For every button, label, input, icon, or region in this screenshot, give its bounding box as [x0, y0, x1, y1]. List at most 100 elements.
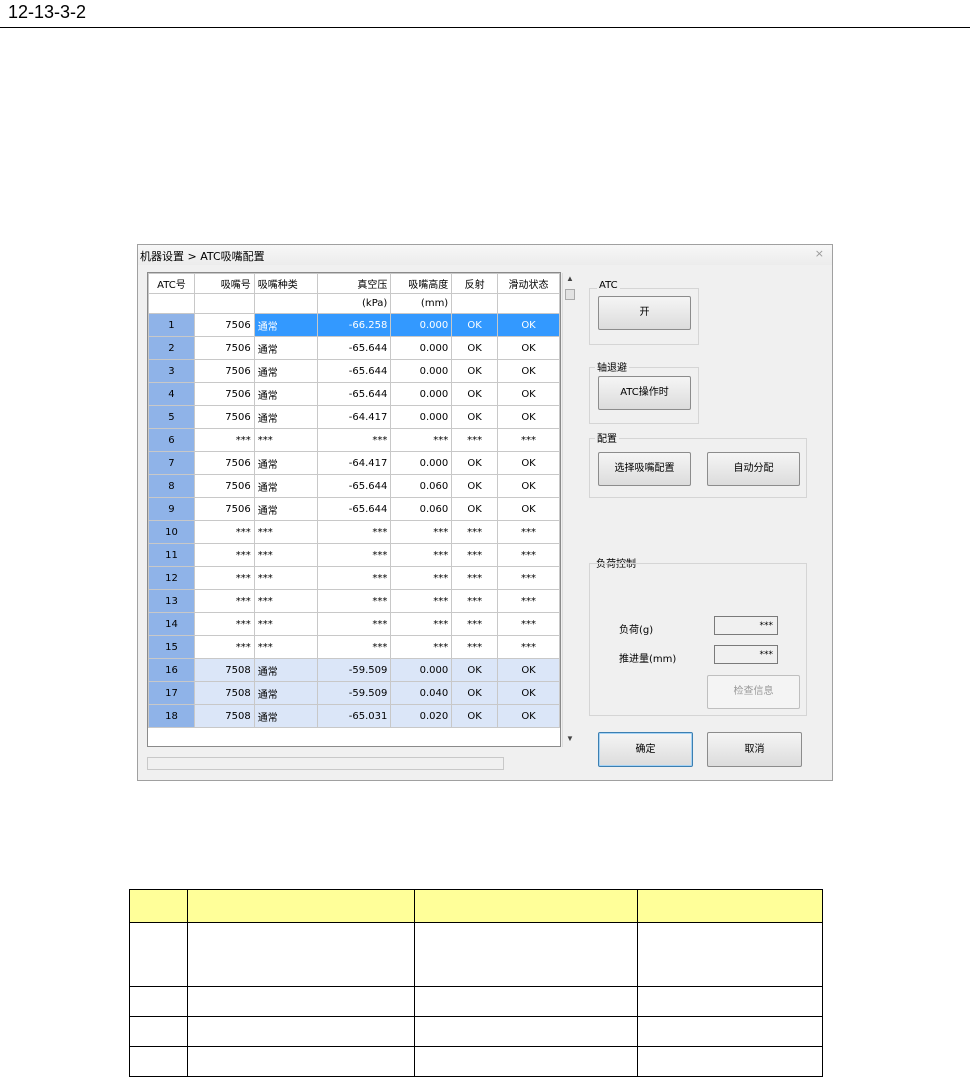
cell-nozzle-height[interactable]: 0.060: [390, 474, 453, 498]
cell-nozzle-height[interactable]: ***: [390, 589, 453, 613]
cell-nozzle-type[interactable]: 通常: [253, 497, 318, 521]
cell-nozzle-number[interactable]: 7506: [193, 451, 255, 475]
cell-nozzle-number[interactable]: 7506: [193, 497, 255, 521]
check-info-button[interactable]: 检查信息: [707, 675, 800, 709]
cell-reflection[interactable]: ***: [451, 612, 499, 636]
cell-reflection[interactable]: OK: [451, 658, 499, 682]
cell-nozzle-number[interactable]: ***: [193, 543, 255, 567]
cell-nozzle-number[interactable]: 7506: [193, 359, 255, 383]
cell-vacuum-pressure[interactable]: -66.258: [316, 313, 392, 337]
cell-nozzle-type[interactable]: ***: [253, 612, 318, 636]
cell-nozzle-type[interactable]: 通常: [253, 336, 318, 360]
scroll-down-icon[interactable]: ▼: [566, 734, 574, 743]
cell-vacuum-pressure[interactable]: ***: [316, 635, 392, 659]
close-icon[interactable]: ×: [815, 247, 824, 260]
cell-slide-state[interactable]: ***: [497, 589, 560, 613]
cell-nozzle-type[interactable]: 通常: [253, 704, 318, 728]
cell-nozzle-number[interactable]: ***: [193, 520, 255, 544]
cell-vacuum-pressure[interactable]: -65.644: [316, 336, 392, 360]
grid-row[interactable]: 8 7506 通常 -65.644 0.060 OK OK: [148, 474, 560, 498]
cell-nozzle-height[interactable]: 0.000: [390, 405, 453, 429]
cell-nozzle-type[interactable]: 通常: [253, 359, 318, 383]
grid-row[interactable]: 4 7506 通常 -65.644 0.000 OK OK: [148, 382, 560, 406]
cell-reflection[interactable]: ***: [451, 428, 499, 452]
cell-vacuum-pressure[interactable]: ***: [316, 612, 392, 636]
cell-vacuum-pressure[interactable]: -65.644: [316, 382, 392, 406]
grid-row[interactable]: 13 *** *** *** *** *** ***: [148, 589, 560, 613]
cell-reflection[interactable]: OK: [451, 497, 499, 521]
cell-slide-state[interactable]: OK: [497, 474, 560, 498]
grid-row[interactable]: 6 *** *** *** *** *** ***: [148, 428, 560, 452]
cell-nozzle-type[interactable]: 通常: [253, 451, 318, 475]
cell-nozzle-height[interactable]: ***: [390, 520, 453, 544]
cell-vacuum-pressure[interactable]: -59.509: [316, 658, 392, 682]
cell-vacuum-pressure[interactable]: -59.509: [316, 681, 392, 705]
scroll-thumb[interactable]: [565, 289, 575, 300]
cell-atc-number[interactable]: 4: [148, 382, 195, 406]
cell-vacuum-pressure[interactable]: ***: [316, 520, 392, 544]
cell-nozzle-number[interactable]: ***: [193, 612, 255, 636]
cell-nozzle-height[interactable]: 0.000: [390, 382, 453, 406]
cell-atc-number[interactable]: 14: [148, 612, 195, 636]
cell-slide-state[interactable]: OK: [497, 704, 560, 728]
cell-atc-number[interactable]: 18: [148, 704, 195, 728]
cell-atc-number[interactable]: 12: [148, 566, 195, 590]
cell-reflection[interactable]: OK: [451, 359, 499, 383]
cell-nozzle-type[interactable]: ***: [253, 543, 318, 567]
cell-nozzle-type[interactable]: 通常: [253, 313, 318, 337]
cell-nozzle-number[interactable]: 7508: [193, 681, 255, 705]
cell-atc-number[interactable]: 17: [148, 681, 195, 705]
cell-slide-state[interactable]: OK: [497, 497, 560, 521]
cell-atc-number[interactable]: 10: [148, 520, 195, 544]
cell-vacuum-pressure[interactable]: -64.417: [316, 405, 392, 429]
cell-atc-number[interactable]: 5: [148, 405, 195, 429]
cell-nozzle-type[interactable]: 通常: [253, 382, 318, 406]
cell-atc-number[interactable]: 9: [148, 497, 195, 521]
cell-nozzle-number[interactable]: 7508: [193, 704, 255, 728]
grid-row[interactable]: 17 7508 通常 -59.509 0.040 OK OK: [148, 681, 560, 705]
cell-slide-state[interactable]: ***: [497, 520, 560, 544]
grid-row[interactable]: 9 7506 通常 -65.644 0.060 OK OK: [148, 497, 560, 521]
grid-row[interactable]: 14 *** *** *** *** *** ***: [148, 612, 560, 636]
cell-nozzle-height[interactable]: 0.060: [390, 497, 453, 521]
cell-reflection[interactable]: OK: [451, 451, 499, 475]
cell-nozzle-number[interactable]: 7506: [193, 336, 255, 360]
grid-row[interactable]: 2 7506 通常 -65.644 0.000 OK OK: [148, 336, 560, 360]
horizontal-scrollbar[interactable]: [147, 757, 504, 770]
grid-row[interactable]: 12 *** *** *** *** *** ***: [148, 566, 560, 590]
atc-on-button[interactable]: 开: [598, 296, 691, 330]
grid-row[interactable]: 16 7508 通常 -59.509 0.000 OK OK: [148, 658, 560, 682]
cell-atc-number[interactable]: 8: [148, 474, 195, 498]
cell-atc-number[interactable]: 2: [148, 336, 195, 360]
cell-slide-state[interactable]: OK: [497, 313, 560, 337]
scroll-up-icon[interactable]: ▲: [566, 274, 574, 283]
cell-nozzle-number[interactable]: 7506: [193, 474, 255, 498]
cell-nozzle-type[interactable]: 通常: [253, 658, 318, 682]
cell-reflection[interactable]: ***: [451, 635, 499, 659]
cell-nozzle-height[interactable]: 0.040: [390, 681, 453, 705]
cell-nozzle-type[interactable]: ***: [253, 520, 318, 544]
cell-atc-number[interactable]: 15: [148, 635, 195, 659]
cell-atc-number[interactable]: 6: [148, 428, 195, 452]
cell-slide-state[interactable]: OK: [497, 451, 560, 475]
cell-nozzle-height[interactable]: ***: [390, 428, 453, 452]
cell-vacuum-pressure[interactable]: ***: [316, 589, 392, 613]
cell-nozzle-number[interactable]: 7506: [193, 313, 255, 337]
cell-atc-number[interactable]: 11: [148, 543, 195, 567]
grid-row[interactable]: 7 7506 通常 -64.417 0.000 OK OK: [148, 451, 560, 475]
grid-row[interactable]: 10 *** *** *** *** *** ***: [148, 520, 560, 544]
grid-row[interactable]: 1 7506 通常 -66.258 0.000 OK OK: [148, 313, 560, 337]
cell-reflection[interactable]: OK: [451, 474, 499, 498]
cell-vacuum-pressure[interactable]: -65.031: [316, 704, 392, 728]
cell-slide-state[interactable]: ***: [497, 635, 560, 659]
cell-slide-state[interactable]: OK: [497, 405, 560, 429]
grid-row[interactable]: 5 7506 通常 -64.417 0.000 OK OK: [148, 405, 560, 429]
ok-button[interactable]: 确定: [598, 732, 693, 767]
cell-vacuum-pressure[interactable]: -65.644: [316, 497, 392, 521]
cell-atc-number[interactable]: 7: [148, 451, 195, 475]
cell-nozzle-height[interactable]: ***: [390, 635, 453, 659]
select-nozzle-config-button[interactable]: 选择吸嘴配置: [598, 452, 691, 486]
cell-reflection[interactable]: ***: [451, 589, 499, 613]
cell-nozzle-height[interactable]: ***: [390, 612, 453, 636]
grid-row[interactable]: 11 *** *** *** *** *** ***: [148, 543, 560, 567]
